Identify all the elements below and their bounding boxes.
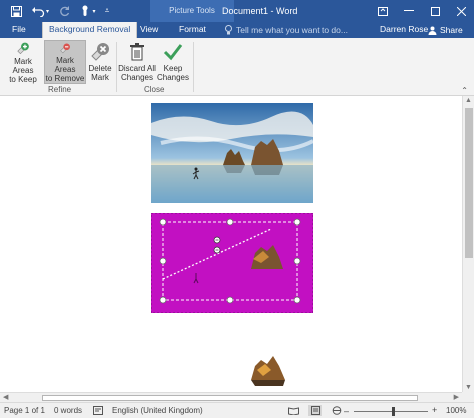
tab-background-removal[interactable]: Background Removal — [42, 22, 138, 38]
group-separator — [116, 42, 117, 92]
proofing-icon[interactable] — [93, 406, 103, 417]
share-button[interactable]: Share — [428, 22, 463, 38]
word-count[interactable]: 0 words — [54, 406, 82, 415]
vertical-scrollbar[interactable]: ▲ ▼ — [462, 96, 474, 392]
tab-file[interactable]: File — [12, 22, 26, 38]
background-removal-picture[interactable] — [151, 213, 313, 313]
discard-all-changes-button[interactable]: Discard All Changes — [118, 40, 156, 84]
horizontal-scroll-thumb[interactable] — [42, 395, 418, 401]
zoom-level[interactable]: 100% — [446, 406, 466, 415]
discard-line1: Discard All — [118, 64, 156, 73]
window-controls — [370, 0, 474, 22]
horizontal-scrollbar[interactable]: ◀ ▶ — [0, 392, 462, 402]
close-group-label: Close — [144, 85, 165, 94]
scroll-up-icon[interactable]: ▲ — [465, 97, 472, 104]
ribbon: Mark Areas to Keep Mark Areas to Remove … — [0, 38, 474, 96]
remove-mark-icon — [60, 43, 70, 54]
add-mark-icon — [17, 42, 29, 55]
result-picture[interactable] — [249, 352, 289, 392]
delete-mark-line2: Mark — [91, 73, 109, 82]
checkmark-icon — [163, 44, 183, 61]
mark-remove-line2: to Remove — [45, 74, 85, 83]
scroll-down-icon[interactable]: ▼ — [465, 384, 472, 391]
title-bar: ▾ ▾ ⩡ Picture Tools Document1 - Word — [0, 0, 474, 22]
language[interactable]: English (United Kingdom) — [112, 406, 203, 415]
ribbon-tabs: File Background Removal View Format Tell… — [0, 22, 474, 38]
original-picture[interactable] — [151, 103, 313, 203]
keep-line1: Keep — [163, 64, 183, 73]
tab-view[interactable]: View — [140, 22, 158, 38]
tab-format[interactable]: Format — [179, 22, 206, 38]
zoom-slider[interactable] — [354, 411, 428, 412]
mark-remove-line1: Mark Areas — [54, 56, 76, 74]
collapse-ribbon-icon[interactable]: ⌃ — [461, 86, 468, 95]
keep-changes-button[interactable]: Keep Changes — [157, 40, 189, 84]
mark-keep-line2: to Keep — [9, 75, 37, 84]
document-title: Document1 - Word — [222, 6, 298, 16]
zoom-slider-thumb[interactable] — [392, 407, 395, 416]
read-mode-icon[interactable] — [286, 405, 300, 416]
undo-icon[interactable]: ▾ — [28, 3, 52, 19]
tell-me-placeholder: Tell me what you want to do... — [236, 24, 348, 35]
share-icon — [428, 26, 437, 35]
web-layout-icon[interactable] — [330, 405, 344, 416]
save-icon[interactable] — [4, 3, 28, 19]
trash-icon — [130, 43, 144, 61]
close-icon[interactable] — [448, 0, 474, 22]
scroll-left-icon[interactable]: ◀ — [3, 393, 8, 401]
delete-mark-line1: Delete — [88, 64, 112, 73]
page-count[interactable]: Page 1 of 1 — [4, 406, 45, 415]
minimize-icon[interactable] — [396, 0, 422, 22]
delete-mark-button[interactable]: Delete Mark — [87, 40, 113, 84]
refine-group-label: Refine — [48, 85, 72, 94]
scroll-right-icon[interactable]: ▶ — [454, 393, 459, 401]
quick-access-toolbar: ▾ ▾ ⩡ — [4, 3, 114, 19]
print-layout-icon[interactable] — [308, 405, 322, 416]
zoom-out-icon[interactable]: – — [344, 406, 349, 416]
mark-areas-to-remove-button[interactable]: Mark Areas to Remove — [44, 40, 86, 84]
maximize-icon[interactable] — [422, 0, 448, 22]
zoom-in-icon[interactable]: + — [432, 405, 437, 415]
customize-qat-icon[interactable]: ⩡ — [100, 3, 114, 19]
group-separator — [193, 42, 194, 92]
redo-icon[interactable] — [52, 3, 76, 19]
delete-mark-icon — [91, 43, 109, 61]
ribbon-display-options-icon[interactable] — [370, 0, 396, 22]
lightbulb-icon — [225, 25, 232, 35]
touch-mode-icon[interactable]: ▾ — [76, 3, 100, 19]
tell-me-box[interactable]: Tell me what you want to do... — [224, 22, 348, 38]
document-canvas[interactable] — [0, 96, 462, 392]
user-name[interactable]: Darren Rose — [380, 22, 428, 38]
discard-line2: Changes — [120, 73, 154, 82]
vertical-scroll-thumb[interactable] — [465, 108, 473, 258]
mark-areas-to-keep-button[interactable]: Mark Areas to Keep — [3, 40, 43, 84]
share-label: Share — [440, 24, 463, 35]
keep-line2: Changes — [156, 73, 190, 82]
status-bar: Page 1 of 1 0 words English (United King… — [0, 402, 474, 418]
mark-keep-line1: Mark Areas — [12, 57, 34, 75]
scroll-corner — [462, 392, 474, 402]
